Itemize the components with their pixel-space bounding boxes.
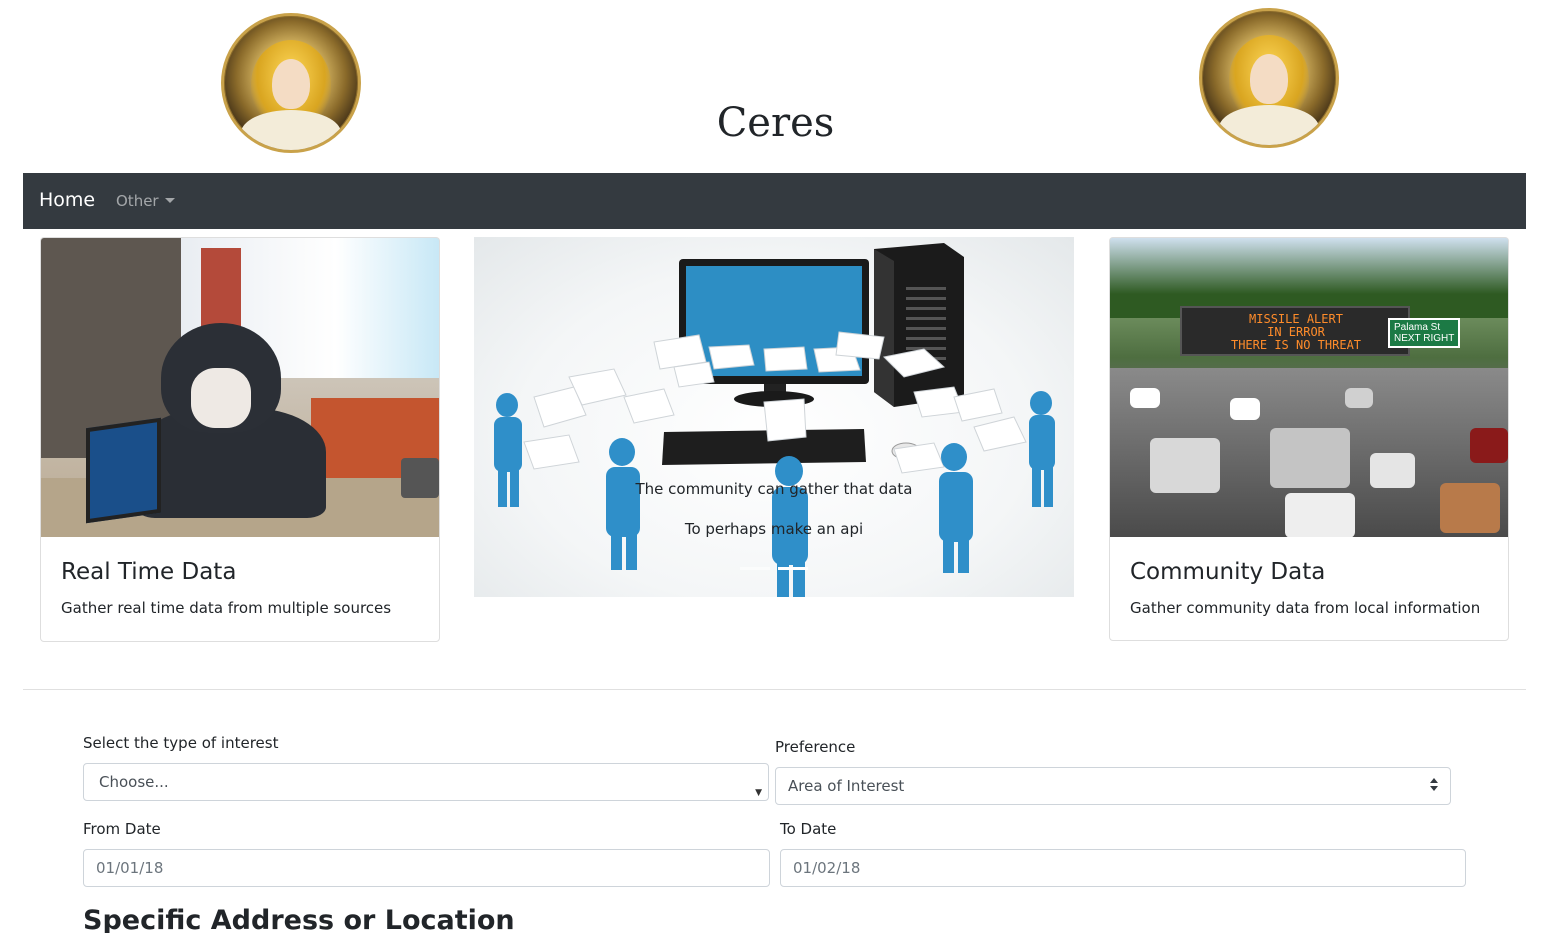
tower-side bbox=[874, 249, 894, 407]
image-car bbox=[1345, 388, 1373, 408]
traffic-image: MISSILE ALERT IN ERROR THERE IS NO THREA… bbox=[1110, 238, 1508, 537]
keyboard bbox=[662, 429, 866, 465]
nav-home-link[interactable]: Home bbox=[39, 189, 95, 211]
card-text: Gather community data from local informa… bbox=[1130, 599, 1481, 617]
image-car bbox=[1440, 483, 1500, 533]
image-car bbox=[1270, 428, 1350, 488]
road-sign-text: Palama St bbox=[1394, 322, 1441, 333]
from-date-value: 01/01/18 bbox=[96, 859, 164, 877]
interest-select[interactable]: Choose... ▼ bbox=[83, 763, 769, 801]
image-message-sign: MISSILE ALERT IN ERROR THERE IS NO THREA… bbox=[1180, 306, 1410, 356]
page-header: Ceres bbox=[0, 0, 1551, 173]
from-date-field[interactable]: 01/01/18 bbox=[83, 849, 770, 887]
image-road-sign: Palama St NEXT RIGHT bbox=[1388, 318, 1461, 348]
logo-face bbox=[1250, 53, 1288, 104]
card-body: Real Time Data Gather real time data fro… bbox=[41, 537, 439, 639]
preference-label: Preference bbox=[775, 738, 856, 756]
card-real-time-data: Real Time Data Gather real time data fro… bbox=[40, 237, 440, 642]
caret-down-icon bbox=[164, 198, 175, 203]
card-title: Real Time Data bbox=[61, 559, 237, 585]
image-car bbox=[1150, 438, 1220, 493]
carousel-indicator-2[interactable] bbox=[778, 567, 808, 570]
to-date-label: To Date bbox=[780, 820, 837, 838]
carousel-caption-line1: The community can gather that data bbox=[635, 480, 913, 498]
image-person-mask bbox=[191, 368, 251, 428]
message-sign-line3: THERE IS NO THREAT bbox=[1230, 338, 1362, 352]
carousel-indicators bbox=[740, 567, 810, 571]
carousel[interactable]: The community can gather that data To pe… bbox=[474, 237, 1074, 597]
section-heading: Specific Address or Location bbox=[83, 905, 515, 933]
select-updown-icon bbox=[1430, 778, 1438, 794]
image-car bbox=[1370, 453, 1415, 488]
card-body: Community Data Gather community data fro… bbox=[1110, 537, 1508, 639]
card-text: Gather real time data from multiple sour… bbox=[61, 599, 392, 617]
card-title: Community Data bbox=[1130, 559, 1326, 585]
to-date-value: 01/02/18 bbox=[793, 859, 861, 877]
to-date-field[interactable]: 01/02/18 bbox=[780, 849, 1466, 887]
section-divider bbox=[23, 689, 1526, 690]
interest-label: Select the type of interest bbox=[83, 734, 279, 752]
nav-other-label: Other bbox=[116, 192, 159, 210]
navbar: Home Other bbox=[23, 173, 1526, 229]
preference-select[interactable]: Area of Interest bbox=[775, 767, 1451, 805]
carousel-caption-line2: To perhaps make an api bbox=[684, 520, 864, 538]
network-illustration bbox=[494, 243, 1055, 597]
nav-other-dropdown[interactable]: Other bbox=[116, 192, 175, 210]
preference-select-value: Area of Interest bbox=[788, 777, 905, 795]
image-car bbox=[1130, 388, 1160, 408]
image-monitor bbox=[86, 417, 161, 524]
ceres-logo-right bbox=[1199, 8, 1339, 148]
interest-select-value: Choose... bbox=[99, 773, 169, 791]
image-car bbox=[1470, 428, 1508, 463]
image-car bbox=[1230, 398, 1260, 420]
from-date-label: From Date bbox=[83, 820, 161, 838]
chevron-down-icon: ▼ bbox=[755, 788, 762, 798]
image-phone bbox=[401, 458, 439, 498]
road-sign-sub: NEXT RIGHT bbox=[1394, 333, 1455, 344]
logo-robe bbox=[1219, 105, 1319, 145]
carousel-indicator-1[interactable] bbox=[740, 567, 770, 570]
image-car bbox=[1285, 493, 1355, 537]
bank-robbery-image bbox=[41, 238, 439, 537]
card-community-data: MISSILE ALERT IN ERROR THERE IS NO THREA… bbox=[1109, 237, 1509, 641]
message-sign-text: MISSILE ALERT IN ERROR THERE IS NO THREA… bbox=[1190, 313, 1402, 352]
